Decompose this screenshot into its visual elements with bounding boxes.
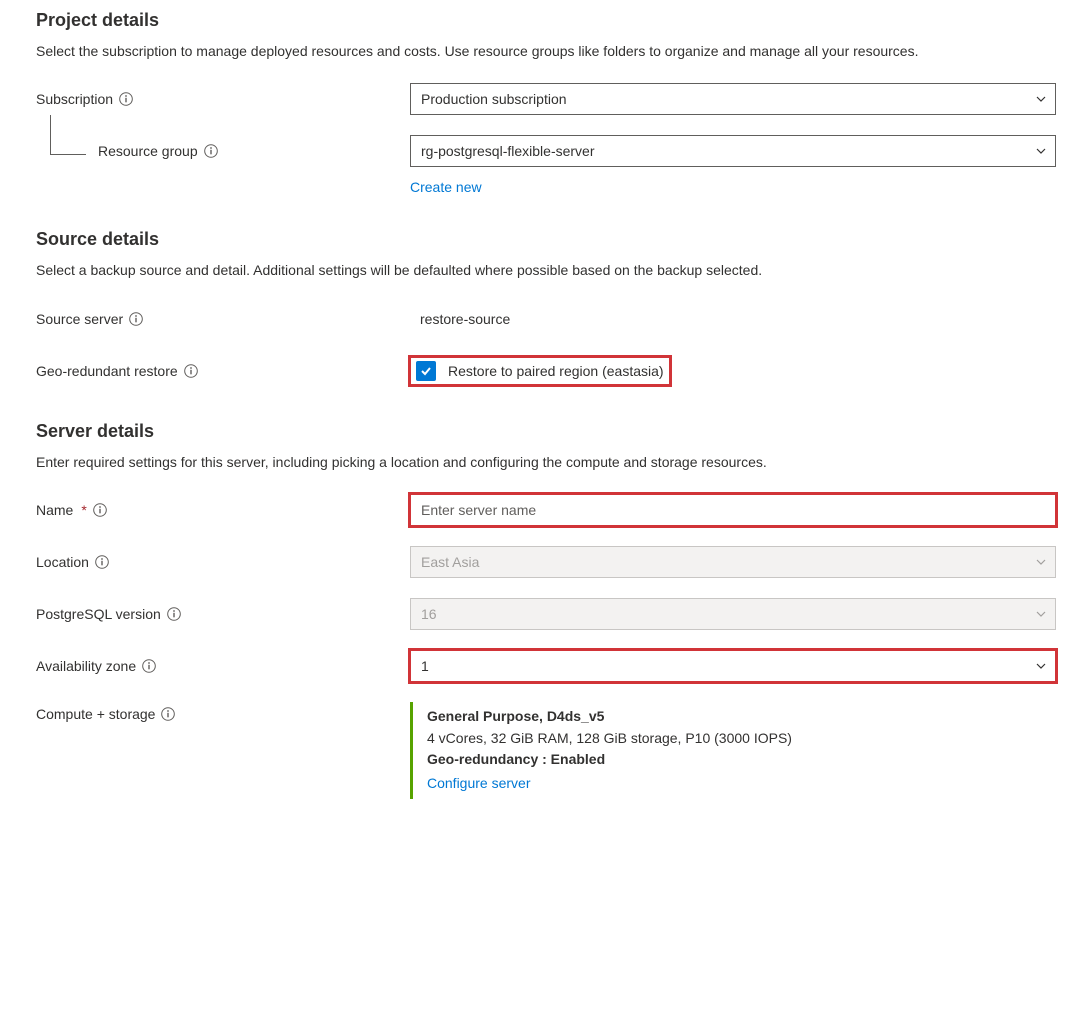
project-details-section: Project details Select the subscription …	[36, 10, 1056, 195]
source-details-description: Select a backup source and detail. Addit…	[36, 260, 1056, 280]
subscription-label: Subscription	[36, 91, 113, 107]
server-name-label: Name	[36, 502, 73, 518]
info-icon[interactable]	[119, 92, 133, 106]
project-details-heading: Project details	[36, 10, 1056, 31]
source-server-label: Source server	[36, 311, 123, 327]
info-icon[interactable]	[93, 503, 107, 517]
compute-storage-specs: 4 vCores, 32 GiB RAM, 128 GiB storage, P…	[427, 728, 1056, 750]
chevron-down-icon	[1035, 660, 1047, 672]
postgresql-version-dropdown: 16	[410, 598, 1056, 630]
resource-group-label-col: Resource group	[36, 143, 410, 159]
postgresql-version-row: PostgreSQL version 16	[36, 598, 1056, 630]
availability-zone-dropdown-value: 1	[421, 658, 429, 674]
server-name-row: Name *	[36, 494, 1056, 526]
create-new-link-row: Create new	[36, 173, 1056, 195]
project-details-description: Select the subscription to manage deploy…	[36, 41, 1056, 61]
geo-redundant-checkbox-label: Restore to paired region (eastasia)	[448, 363, 664, 379]
resource-group-dropdown-value: rg-postgresql-flexible-server	[421, 143, 595, 159]
info-icon[interactable]	[129, 312, 143, 326]
location-label-col: Location	[36, 554, 410, 570]
location-dropdown: East Asia	[410, 546, 1056, 578]
geo-redundant-label: Geo-redundant restore	[36, 363, 178, 379]
compute-storage-title: General Purpose, D4ds_v5	[427, 706, 1056, 728]
resource-group-label: Resource group	[98, 143, 198, 159]
source-server-label-col: Source server	[36, 311, 410, 327]
geo-redundant-label-col: Geo-redundant restore	[36, 363, 410, 379]
chevron-down-icon	[1035, 608, 1047, 620]
info-icon[interactable]	[167, 607, 181, 621]
configure-server-link[interactable]: Configure server	[427, 773, 531, 795]
info-icon[interactable]	[184, 364, 198, 378]
location-dropdown-value: East Asia	[421, 554, 479, 570]
server-details-section: Server details Enter required settings f…	[36, 421, 1056, 799]
info-icon[interactable]	[204, 144, 218, 158]
resource-group-row: Resource group rg-postgresql-flexible-se…	[36, 135, 1056, 167]
server-name-label-col: Name *	[36, 502, 410, 518]
checkbox-checked-icon	[416, 361, 436, 381]
availability-zone-row: Availability zone 1	[36, 650, 1056, 682]
source-server-row: Source server restore-source	[36, 303, 1056, 335]
postgresql-version-label-col: PostgreSQL version	[36, 606, 410, 622]
chevron-down-icon	[1035, 556, 1047, 568]
location-label: Location	[36, 554, 89, 570]
availability-zone-dropdown[interactable]: 1	[410, 650, 1056, 682]
postgresql-version-dropdown-value: 16	[421, 606, 437, 622]
geo-redundant-checkbox-wrap[interactable]: Restore to paired region (eastasia)	[410, 357, 670, 385]
required-asterisk: *	[81, 502, 86, 518]
geo-redundant-row: Geo-redundant restore Restore to paired …	[36, 355, 1056, 387]
source-details-heading: Source details	[36, 229, 1056, 250]
resource-group-dropdown[interactable]: rg-postgresql-flexible-server	[410, 135, 1056, 167]
subscription-row: Subscription Production subscription	[36, 83, 1056, 115]
source-details-section: Source details Select a backup source an…	[36, 229, 1056, 386]
compute-storage-card: General Purpose, D4ds_v5 4 vCores, 32 Gi…	[410, 702, 1056, 799]
subscription-dropdown[interactable]: Production subscription	[410, 83, 1056, 115]
postgresql-version-label: PostgreSQL version	[36, 606, 161, 622]
info-icon[interactable]	[161, 707, 175, 721]
compute-storage-label-col: Compute + storage	[36, 702, 410, 722]
info-icon[interactable]	[142, 659, 156, 673]
source-server-value: restore-source	[410, 311, 510, 327]
availability-zone-label: Availability zone	[36, 658, 136, 674]
location-row: Location East Asia	[36, 546, 1056, 578]
chevron-down-icon	[1035, 93, 1047, 105]
server-details-description: Enter required settings for this server,…	[36, 452, 1056, 472]
compute-storage-row: Compute + storage General Purpose, D4ds_…	[36, 702, 1056, 799]
server-details-heading: Server details	[36, 421, 1056, 442]
compute-storage-label: Compute + storage	[36, 706, 155, 722]
create-new-link[interactable]: Create new	[410, 179, 482, 195]
subscription-dropdown-value: Production subscription	[421, 91, 567, 107]
subscription-label-col: Subscription	[36, 91, 410, 107]
server-name-input[interactable]	[410, 494, 1056, 526]
tree-connector-icon	[50, 115, 86, 155]
compute-storage-geo: Geo-redundancy : Enabled	[427, 749, 1056, 771]
chevron-down-icon	[1035, 145, 1047, 157]
availability-zone-label-col: Availability zone	[36, 658, 410, 674]
info-icon[interactable]	[95, 555, 109, 569]
